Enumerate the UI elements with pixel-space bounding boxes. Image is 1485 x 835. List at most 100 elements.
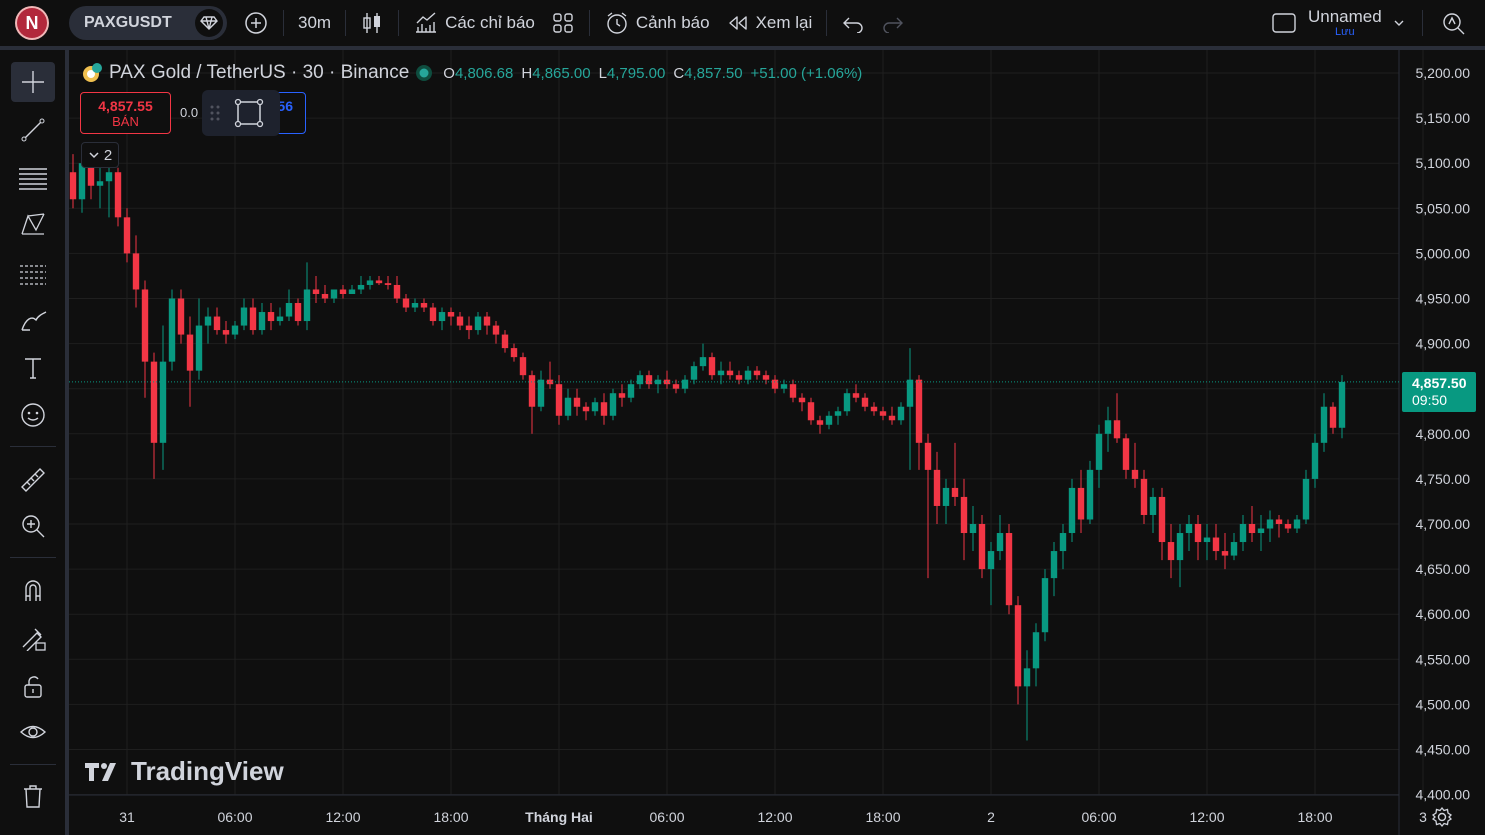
- chart-area[interactable]: 5,200.00 5,150.00 5,100.00 5,050.00 5,000.00…: [69, 50, 1485, 835]
- candle-body: [717, 370, 725, 376]
- price-tick-label: 5,200.00: [1416, 65, 1471, 81]
- forecast-icon[interactable]: [11, 252, 55, 292]
- trend-line-icon[interactable]: [11, 110, 55, 150]
- lock-drawings-icon[interactable]: [11, 617, 55, 657]
- compare-symbol-button[interactable]: [235, 6, 277, 40]
- redo-button[interactable]: [873, 6, 913, 40]
- ruler-icon[interactable]: [11, 460, 55, 500]
- candle: [861, 393, 869, 412]
- indicators-button[interactable]: Các chỉ báo: [405, 6, 543, 40]
- candle-body: [537, 379, 545, 407]
- candle: [582, 402, 590, 421]
- last-price-value: 4,857.50: [1412, 375, 1467, 391]
- candle-body: [969, 524, 977, 534]
- pattern-icon[interactable]: [11, 204, 55, 244]
- collapse-legend-button[interactable]: 2: [81, 142, 119, 168]
- layout-save-label[interactable]: Lưu: [1335, 27, 1355, 38]
- text-icon[interactable]: [11, 348, 55, 388]
- select-rectangle-icon[interactable]: [234, 98, 264, 128]
- redo-icon: [883, 17, 904, 33]
- emoji-icon[interactable]: [11, 395, 55, 435]
- candle: [330, 289, 338, 304]
- drawing-toolbar: [0, 50, 65, 835]
- fib-lines-icon[interactable]: [11, 157, 55, 197]
- candle: [888, 406, 896, 425]
- eye-icon[interactable]: [11, 713, 55, 753]
- candle-body: [618, 393, 626, 398]
- candle-body: [879, 411, 887, 416]
- candle: [150, 352, 158, 479]
- magnet-icon[interactable]: [11, 570, 55, 610]
- candle: [123, 208, 131, 263]
- diamond-icon[interactable]: [195, 9, 223, 37]
- candle: [546, 361, 554, 389]
- chart-type-button[interactable]: [352, 6, 392, 40]
- divider: [345, 10, 347, 36]
- time-axis[interactable]: 31 06:00 12:00 18:00 Tháng Hai 06:00 12:00 18:0…: [119, 809, 1485, 825]
- candle: [1320, 393, 1328, 452]
- time-tick-label: 2: [987, 809, 995, 825]
- candle: [681, 375, 689, 394]
- candle: [258, 303, 266, 335]
- crosshair-icon[interactable]: [11, 62, 55, 102]
- candle-body: [816, 420, 824, 425]
- chart-settings-icon[interactable]: [1429, 804, 1455, 830]
- candle-body: [1275, 519, 1283, 524]
- quick-search-icon[interactable]: [1439, 9, 1467, 37]
- candle-body: [366, 280, 374, 285]
- templates-button[interactable]: [543, 6, 583, 40]
- layout-menu[interactable]: Unnamed Lưu: [1270, 0, 1467, 46]
- divider: [826, 10, 828, 36]
- time-tick-label: 18:00: [1297, 809, 1332, 825]
- replay-button[interactable]: Xem lại: [718, 6, 821, 40]
- price-tick-label: 5,150.00: [1416, 110, 1471, 126]
- candle: [1140, 469, 1148, 524]
- candle: [870, 402, 878, 416]
- divider: [588, 10, 590, 36]
- user-avatar[interactable]: N: [15, 6, 49, 40]
- price-axis[interactable]: 5,200.00 5,150.00 5,100.00 5,050.00 5,000.00…: [1416, 65, 1471, 803]
- candle: [609, 388, 617, 421]
- candle-body: [132, 253, 140, 290]
- sell-button[interactable]: 4,857.55 BÁN: [80, 92, 171, 134]
- candle: [663, 370, 671, 389]
- symbol-name: PAXGUSDT: [84, 14, 172, 31]
- trash-icon[interactable]: [11, 776, 55, 816]
- interval-button[interactable]: 30m: [290, 6, 339, 40]
- time-tick-label: 12:00: [325, 809, 360, 825]
- undo-button[interactable]: [833, 6, 873, 40]
- candle-body: [312, 289, 320, 294]
- candle-body: [1185, 524, 1193, 534]
- alert-button[interactable]: Cảnh báo: [596, 6, 718, 40]
- candle-body: [600, 402, 608, 416]
- candle-body: [870, 406, 878, 412]
- market-status-icon[interactable]: [415, 64, 433, 82]
- price-chart[interactable]: 5,200.00 5,150.00 5,100.00 5,050.00 5,000.00…: [69, 50, 1485, 835]
- candle-body: [123, 217, 131, 254]
- chevron-down-icon[interactable]: [1392, 16, 1406, 30]
- zoom-in-icon[interactable]: [11, 506, 55, 546]
- candle: [654, 375, 662, 394]
- price-tick-label: 5,100.00: [1416, 155, 1471, 171]
- candle-body: [573, 397, 581, 407]
- drag-handle-icon[interactable]: [210, 104, 220, 122]
- brush-icon[interactable]: [11, 300, 55, 340]
- candle-body: [321, 293, 329, 299]
- floating-toolbar[interactable]: [202, 90, 280, 136]
- candle-body: [1257, 528, 1265, 534]
- candle: [771, 375, 779, 394]
- candle: [204, 307, 212, 344]
- candle-body: [249, 307, 257, 331]
- candle: [339, 284, 347, 299]
- candle-body: [420, 303, 428, 308]
- symbol-search-button[interactable]: PAXGUSDT: [69, 6, 227, 40]
- candle-body: [1320, 406, 1328, 443]
- candle: [1158, 487, 1166, 561]
- candle: [483, 312, 491, 335]
- candle: [798, 393, 806, 412]
- candle: [897, 402, 905, 425]
- candle: [69, 154, 77, 209]
- candle-body: [267, 312, 275, 322]
- candle-body: [861, 397, 869, 407]
- unlock-icon[interactable]: [11, 666, 55, 706]
